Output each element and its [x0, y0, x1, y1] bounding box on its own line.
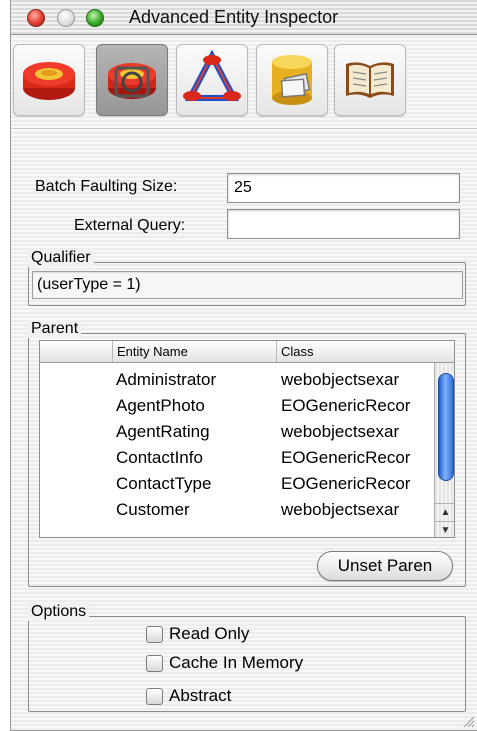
abstract-checkbox-row[interactable]: Abstract: [146, 684, 231, 708]
read-only-label: Read Only: [169, 624, 250, 643]
batch-faulting-size-label: Batch Faulting Size:: [35, 178, 178, 195]
inspector-toolbar: [11, 38, 477, 124]
zoom-button[interactable]: [86, 9, 104, 27]
qualifier-title: Qualifier: [28, 249, 94, 267]
advanced-entity-inspector-button[interactable]: [96, 44, 168, 116]
entity-name-cell: Administrator: [116, 370, 217, 389]
class-cell: webobjectsexar: [281, 370, 400, 389]
table-row[interactable]: AgentPhoto EOGenericRecor: [40, 393, 432, 419]
entity-name-cell: AgentRating: [116, 422, 210, 441]
scroll-down-arrow-icon[interactable]: ▼: [435, 521, 454, 537]
title-bar[interactable]: Advanced Entity Inspector: [11, 0, 477, 35]
resize-grip-icon[interactable]: [461, 714, 475, 728]
window-title: Advanced Entity Inspector: [129, 7, 339, 27]
relationship-icon: [183, 50, 241, 101]
table-vertical-scrollbar[interactable]: ▲ ▼: [434, 363, 454, 537]
entity-name-cell: ContactType: [116, 474, 212, 493]
table-row[interactable]: ContactType EOGenericRecor: [40, 471, 432, 497]
class-cell: webobjectsexar: [281, 422, 400, 441]
batch-faulting-size-field[interactable]: 25: [227, 173, 460, 203]
table-row[interactable]: AgentRating webobjectsexar: [40, 419, 432, 445]
relationship-inspector-button[interactable]: [176, 44, 248, 116]
table-row[interactable]: Customer webobjectsexar: [40, 497, 432, 523]
column-header-class[interactable]: Class: [276, 341, 432, 362]
entity-inspector-button[interactable]: [13, 44, 85, 116]
class-cell: EOGenericRecor: [281, 474, 411, 493]
class-cell: EOGenericRecor: [281, 396, 411, 415]
user-info-icon: [346, 62, 394, 98]
scrollbar-thumb[interactable]: [438, 373, 454, 481]
table-row[interactable]: Administrator webobjectsexar: [40, 367, 432, 393]
abstract-label: Abstract: [169, 686, 232, 705]
user-info-inspector-button[interactable]: [334, 44, 406, 116]
cache-in-memory-checkbox-row[interactable]: Cache In Memory: [146, 651, 303, 675]
table-header: Entity Name Class: [40, 341, 454, 363]
close-button[interactable]: [27, 9, 45, 27]
unset-parent-button[interactable]: Unset Paren: [317, 551, 453, 581]
stored-procedure-icon: [272, 55, 312, 105]
stored-procedure-inspector-button[interactable]: [256, 44, 328, 116]
read-only-checkbox-row[interactable]: Read Only: [146, 622, 249, 646]
table-row[interactable]: ContactInfo EOGenericRecor: [40, 445, 432, 471]
column-header-entity-name[interactable]: Entity Name: [112, 341, 276, 362]
scroll-up-arrow-icon[interactable]: ▲: [435, 503, 454, 521]
cache-in-memory-checkbox[interactable]: [146, 654, 163, 672]
advanced-entity-icon: [108, 63, 156, 99]
toolbar-separator: [11, 128, 477, 130]
entity-name-cell: Customer: [116, 500, 190, 519]
parent-entity-table[interactable]: Entity Name Class Administrator webobjec…: [39, 340, 455, 538]
cache-in-memory-label: Cache In Memory: [169, 653, 304, 672]
entity-name-cell: AgentPhoto: [116, 396, 205, 415]
qualifier-field[interactable]: (userType = 1): [32, 271, 463, 299]
external-query-label: External Query:: [74, 217, 186, 234]
abstract-checkbox[interactable]: [146, 687, 163, 705]
parent-title: Parent: [28, 320, 82, 338]
minimize-button[interactable]: [57, 9, 75, 27]
class-cell: EOGenericRecor: [281, 448, 411, 467]
inspector-window: Advanced Entity Inspector Batch Faulting…: [10, 0, 477, 731]
entity-name-cell: ContactInfo: [116, 448, 203, 467]
entity-icon: [23, 62, 75, 100]
read-only-checkbox[interactable]: [146, 625, 163, 643]
external-query-field[interactable]: [227, 209, 460, 239]
class-cell: webobjectsexar: [281, 500, 400, 519]
column-header-blank[interactable]: [40, 341, 112, 362]
options-title: Options: [28, 603, 90, 621]
